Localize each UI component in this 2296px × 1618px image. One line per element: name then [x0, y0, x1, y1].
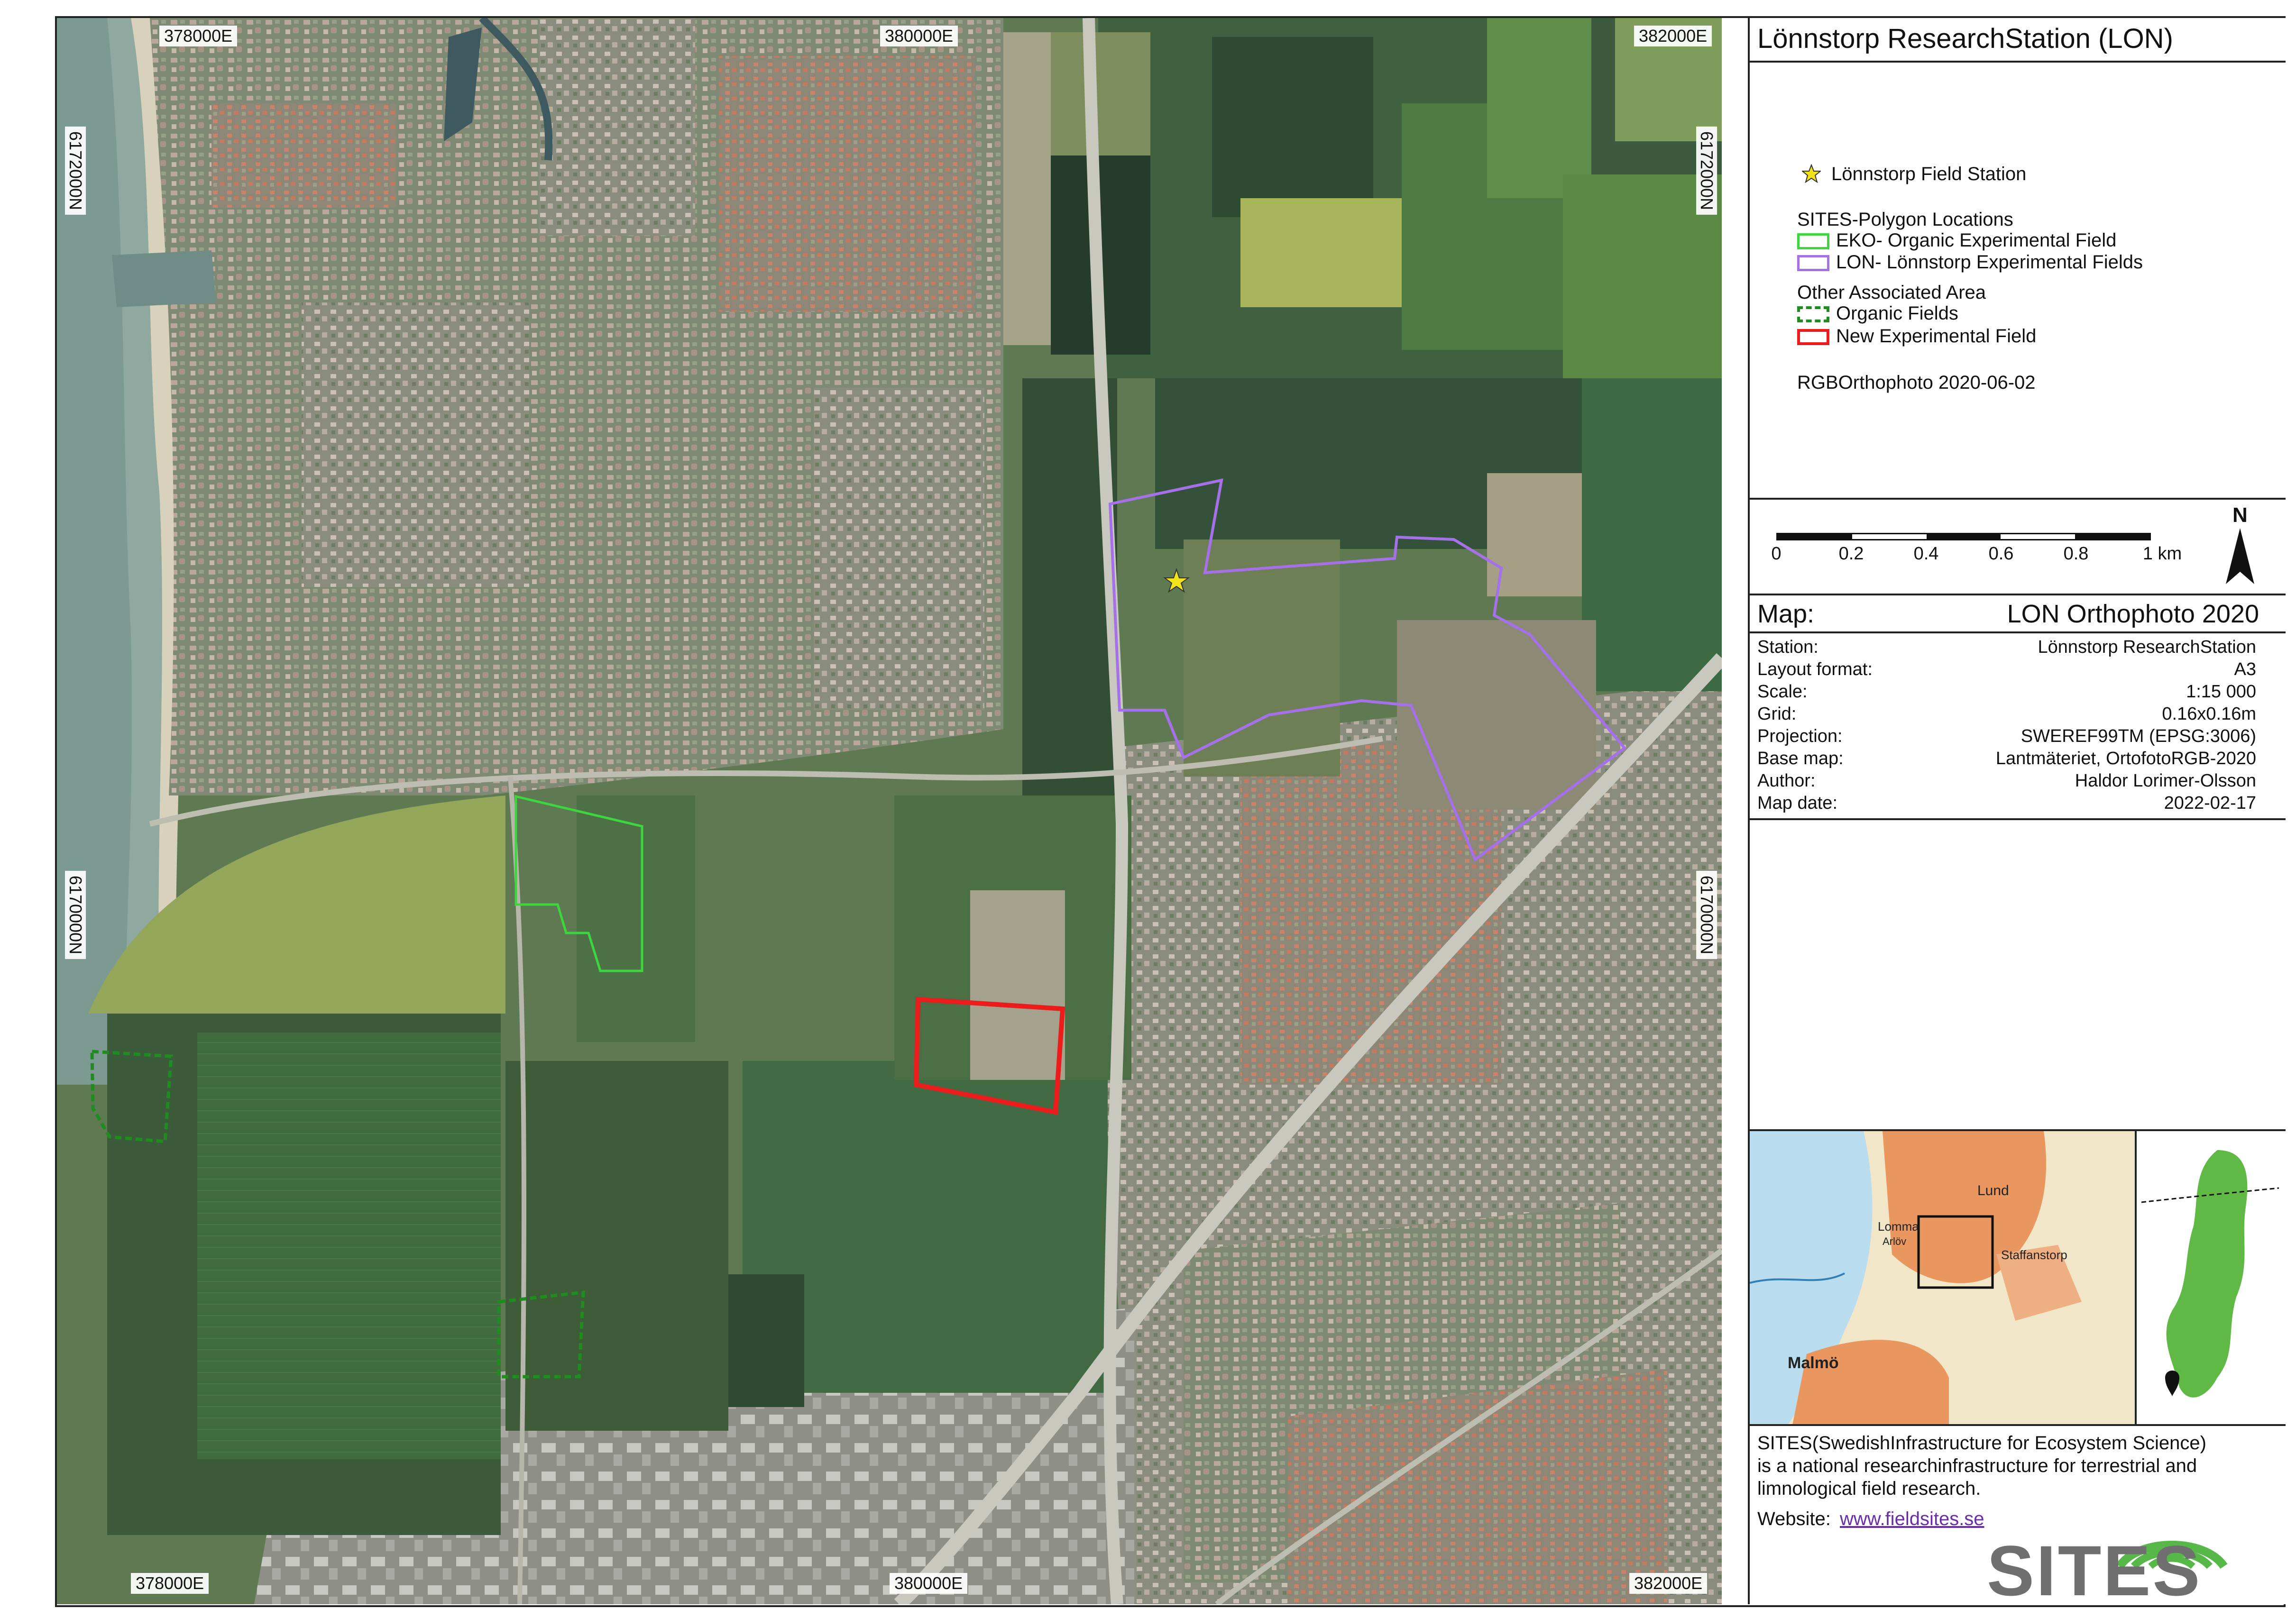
- info-value: 1:15 000: [2186, 682, 2256, 702]
- regional-inset-map: Lund Lomma Staffanstorp Malmö Arlöv: [1750, 1131, 2135, 1425]
- inset-place: Arlöv: [1883, 1235, 1906, 1247]
- website-label: Website:: [1757, 1508, 1831, 1529]
- info-key: Projection:: [1757, 726, 1843, 746]
- legend-eko-label: EKO- Organic Experimental Field: [1836, 230, 2117, 251]
- info-key: Grid:: [1757, 704, 1797, 724]
- info-value: A3: [2234, 659, 2256, 679]
- info-key: Map date:: [1757, 793, 1837, 813]
- organic-swatch: [1797, 306, 1829, 322]
- info-table: Station: Lönnstorp ResearchStation Layou…: [1750, 633, 2286, 819]
- divider: [1750, 818, 2286, 820]
- footer-line-2: is a national researchinfrastructure for…: [1757, 1455, 2197, 1476]
- new-field-swatch: [1797, 329, 1829, 345]
- layout-panel: Lönnstorp ResearchStation (LON) Lönnstor…: [1748, 18, 2286, 1610]
- lon-swatch: [1797, 255, 1829, 271]
- title-section: Lönnstorp ResearchStation (LON): [1750, 18, 2286, 62]
- legend-new-label: New Experimental Field: [1836, 326, 2037, 347]
- footer: SITES(SwedishInfrastructure for Ecosyste…: [1750, 1426, 2286, 1610]
- legend-lon-label: LON- Lönnstorp Experimental Fields: [1836, 252, 2143, 273]
- map-header-name: LON Orthophoto 2020: [2007, 600, 2259, 628]
- scale-tick-0-2: 0.2: [1838, 544, 1864, 564]
- scale-tick-0-8: 0.8: [2063, 544, 2089, 564]
- inset-place: Lomma: [1878, 1219, 1919, 1234]
- legend: Lönnstorp Field Station SITES-Polygon Lo…: [1750, 63, 2286, 499]
- legend-organic-label: Organic Fields: [1836, 303, 1958, 324]
- north-arrow-icon: [2226, 528, 2254, 584]
- inset-place: Malmö: [1788, 1354, 1839, 1372]
- legend-ortho-label: RGBOrthophoto 2020-06-02: [1797, 372, 2036, 393]
- footer-line-1: SITES(SwedishInfrastructure for Ecosyste…: [1757, 1433, 2206, 1453]
- info-value: 0.16x0.16m: [2162, 704, 2256, 724]
- legend-other-header: Other Associated Area: [1797, 282, 1986, 303]
- info-value: Haldor Lorimer-Olsson: [2075, 771, 2256, 791]
- footer-line-3: limnological field research.: [1757, 1478, 1981, 1499]
- scale-tick-0-4: 0.4: [1913, 544, 1939, 564]
- map-header: Map: LON Orthophoto 2020: [1750, 595, 2286, 632]
- inset-section: Lund Lomma Staffanstorp Malmö Arlöv: [1750, 1131, 2286, 1425]
- info-key: Author:: [1757, 771, 1816, 791]
- sites-logo: SITES: [1987, 1531, 2202, 1610]
- website-link[interactable]: www.fieldsites.se: [1840, 1508, 1984, 1530]
- scale-tick-1km: 1 km: [2142, 544, 2182, 564]
- info-value: 2022-02-17: [2164, 793, 2256, 813]
- legend-station-label: Lönnstorp Field Station: [1831, 164, 2027, 184]
- info-key: Station:: [1757, 637, 1818, 657]
- info-value: Lönnstorp ResearchStation: [2038, 637, 2256, 657]
- scalebar: [1776, 533, 2151, 540]
- info-key: Base map:: [1757, 749, 1844, 768]
- north-label: N: [2232, 503, 2248, 527]
- sweden-inset-map: [2137, 1131, 2286, 1425]
- map-header-label: Map:: [1757, 600, 1815, 628]
- info-key: Scale:: [1757, 682, 1808, 702]
- inset-place: Lund: [1977, 1183, 2009, 1198]
- legend-sites-header: SITES-Polygon Locations: [1797, 209, 2013, 230]
- map-title: Lönnstorp ResearchStation (LON): [1757, 23, 2173, 54]
- info-key: Layout format:: [1757, 659, 1873, 679]
- star-icon: [1802, 164, 1821, 183]
- scalebar-section: 0 0.2 0.4 0.6 0.8 1 km N: [1750, 500, 2286, 594]
- inset-place: Staffanstorp: [2001, 1248, 2067, 1262]
- info-value: Lantmäteriet, OrtofotoRGB-2020: [1995, 749, 2256, 768]
- scale-tick-0-6: 0.6: [1988, 544, 2014, 564]
- info-value: SWEREF99TM (EPSG:3006): [2020, 726, 2256, 746]
- scale-tick-0: 0: [1771, 544, 1782, 564]
- eko-swatch: [1797, 233, 1829, 249]
